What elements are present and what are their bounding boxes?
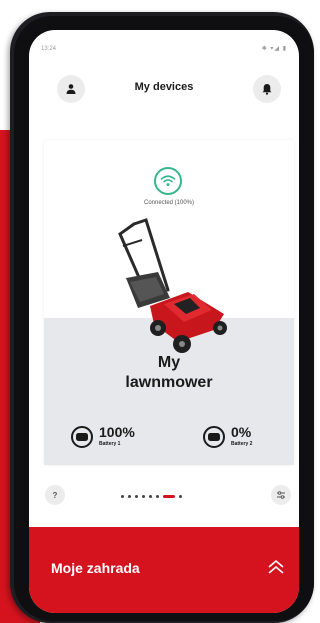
device-name-line2: lawnmower [125, 374, 213, 391]
page-indicator[interactable] [121, 495, 186, 498]
page-dot[interactable] [135, 495, 138, 498]
page-dot[interactable] [156, 495, 159, 498]
wifi-icon [154, 167, 182, 195]
page-dot[interactable] [142, 495, 145, 498]
device-card[interactable]: Connected (100%) My lawnmower 100% Batte… [44, 140, 294, 465]
page-dot-active[interactable] [163, 495, 175, 498]
battery-2-label: Battery 2 [231, 441, 253, 447]
battery-icon [71, 426, 93, 448]
app-screen: 13:24 ✱ ▾◢ ▮ My devices Connected (100%) [29, 30, 299, 613]
status-time: 13:24 [41, 46, 57, 52]
battery-2-percent: 0% [231, 424, 252, 440]
sliders-icon [277, 491, 285, 499]
garden-bar[interactable]: Moje zahrada [29, 527, 299, 613]
page-dot[interactable] [128, 495, 131, 498]
device-name: My lawnmower [44, 353, 294, 393]
help-button[interactable]: ? [45, 485, 65, 505]
battery-1-percent: 100% [99, 424, 135, 440]
battery-icon [203, 426, 225, 448]
connection-status: Connected (100%) [143, 200, 195, 206]
lawnmower-image [118, 218, 227, 353]
bell-icon [262, 84, 272, 95]
double-chevron-up-icon[interactable] [267, 559, 285, 575]
notifications-button[interactable] [253, 75, 281, 103]
battery-1-label: Battery 1 [99, 441, 121, 447]
garden-title: Moje zahrada [51, 560, 140, 576]
device-name-line1: My [157, 354, 181, 371]
settings-button[interactable] [271, 485, 291, 505]
help-icon: ? [52, 490, 58, 500]
page-dot[interactable] [121, 495, 124, 498]
page-dot[interactable] [149, 495, 152, 498]
page-dot[interactable] [179, 495, 182, 498]
status-icons: ✱ ▾◢ ▮ [261, 46, 287, 52]
status-bar: 13:24 ✱ ▾◢ ▮ [29, 30, 299, 56]
